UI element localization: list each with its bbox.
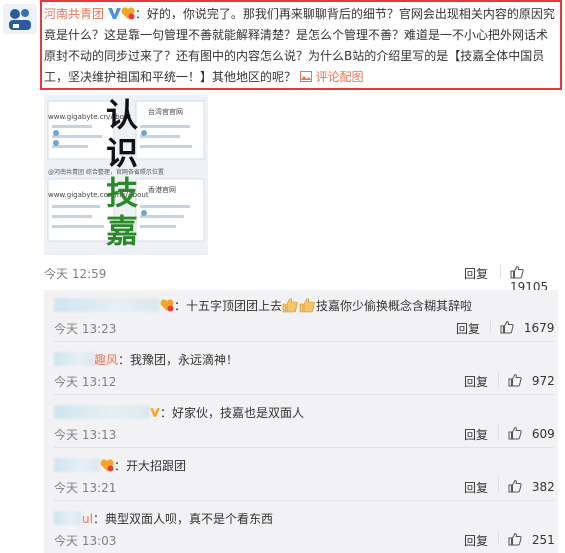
divider bbox=[490, 319, 491, 333]
divider bbox=[498, 425, 499, 439]
main-comment-time: 今天 12:59 bbox=[44, 267, 107, 281]
reply-2-username-suffix[interactable]: 趣风 bbox=[94, 353, 118, 367]
image-char-2: 识 bbox=[106, 134, 139, 172]
reply-1-username-blurred[interactable] bbox=[54, 298, 160, 312]
divider bbox=[498, 478, 499, 492]
divider bbox=[498, 372, 499, 386]
reply-1-time: 今天 13:23 bbox=[54, 322, 117, 336]
reply-4-username-blurred[interactable] bbox=[54, 458, 100, 472]
reply-5-username-suffix[interactable]: ul bbox=[82, 512, 93, 526]
reply-3-reply-button[interactable]: 回复 bbox=[464, 426, 488, 443]
image-side-label-1: 台湾官官网 bbox=[148, 108, 183, 116]
divider bbox=[498, 531, 499, 545]
reply-5: ul：典型双面人呗，真不是个看东西 bbox=[54, 510, 273, 527]
reply-1: ：十五字顶团团上去 技嘉你少偷换概念含糊其辞啦 bbox=[54, 297, 472, 316]
reply-3-like-button[interactable]: 609 bbox=[508, 426, 555, 441]
reply-1-like-count: 1679 bbox=[523, 321, 555, 335]
reply-separator bbox=[54, 341, 554, 342]
image-char-3: 技 bbox=[106, 174, 139, 212]
main-comment-username[interactable]: 河南共青团 bbox=[44, 7, 104, 21]
verified-v-icon bbox=[150, 407, 160, 418]
reply-5-like-button[interactable]: 251 bbox=[508, 532, 555, 547]
reply-3-text: ：好家伙，技嘉也是双面人 bbox=[160, 406, 305, 420]
main-comment-text: 河南共青团 ：好的，你说完了。那我们再来聊聊背后的细节？官网会出现相关内容的原因… bbox=[44, 4, 558, 88]
reply-5-like-count: 251 bbox=[531, 533, 555, 547]
reply-2-username-blurred[interactable] bbox=[54, 352, 94, 366]
reply-1-text-2: 技嘉你少偷换概念含糊其辞啦 bbox=[316, 299, 473, 313]
reply-2-reply-button[interactable]: 回复 bbox=[464, 373, 488, 390]
reply-4-like-button[interactable]: 382 bbox=[508, 479, 555, 494]
reply-4-like-count: 382 bbox=[531, 480, 555, 494]
thumbs-up-icon bbox=[510, 265, 524, 279]
reply-4-time: 今天 13:21 bbox=[54, 481, 117, 495]
image-side-label-2: 香港官网 bbox=[148, 186, 176, 194]
comment-image-link-label: 评论配图 bbox=[315, 70, 364, 84]
reply-4: ：开大招跟团 bbox=[54, 457, 186, 474]
reply-2-text: ：我豫团，永远滴神！ bbox=[118, 353, 239, 367]
comment-image-link[interactable]: 评论配图 bbox=[299, 70, 364, 84]
divider bbox=[500, 264, 501, 278]
fan-badge-icon bbox=[100, 459, 114, 472]
fan-badge-icon bbox=[160, 299, 174, 312]
reply-1-reply-button[interactable]: 回复 bbox=[456, 320, 480, 337]
image-icon bbox=[299, 71, 312, 82]
thumbs-up-emoji-icon bbox=[282, 297, 316, 316]
reply-5-username-blurred[interactable] bbox=[54, 511, 82, 525]
reply-3-username-blurred[interactable] bbox=[54, 405, 150, 419]
reply-2-like-count: 972 bbox=[531, 374, 555, 388]
reply-separator bbox=[54, 394, 554, 395]
reply-2-time: 今天 13:12 bbox=[54, 375, 117, 389]
avatar[interactable] bbox=[3, 4, 37, 34]
image-char-4: 嘉 bbox=[106, 212, 139, 250]
verified-v-icon bbox=[107, 5, 121, 19]
thumbs-up-icon bbox=[508, 426, 522, 440]
reply-1-text: ：十五字顶团团上去 bbox=[174, 299, 283, 313]
reply-3-time: 今天 13:13 bbox=[54, 428, 117, 442]
reply-3-like-count: 609 bbox=[531, 427, 555, 441]
reply-1-like-button[interactable]: 1679 bbox=[500, 320, 554, 335]
reply-5-time: 今天 13:03 bbox=[54, 534, 117, 548]
image-char-1: 认 bbox=[106, 96, 139, 134]
reply-5-text: ：典型双面人呗，真不是个看东西 bbox=[92, 512, 273, 526]
reply-3: ：好家伙，技嘉也是双面人 bbox=[54, 404, 304, 421]
reply-separator bbox=[54, 500, 554, 501]
reply-separator bbox=[54, 447, 554, 448]
thumbs-up-icon bbox=[508, 373, 522, 387]
reply-4-reply-button[interactable]: 回复 bbox=[464, 479, 488, 496]
comment-image[interactable]: www.gigabyte.cn/About www.gigabyte.com/h… bbox=[44, 95, 208, 255]
thumbs-up-icon bbox=[500, 320, 514, 334]
thumbs-up-icon bbox=[508, 479, 522, 493]
thumbs-up-icon bbox=[508, 532, 522, 546]
main-reply-button[interactable]: 回复 bbox=[464, 265, 488, 282]
reply-5-reply-button[interactable]: 回复 bbox=[464, 532, 488, 549]
fan-badge-icon bbox=[121, 6, 135, 20]
reply-2: 趣风：我豫团，永远滴神！ bbox=[54, 351, 238, 368]
reply-4-text: ：开大招跟团 bbox=[114, 459, 187, 473]
reply-2-like-button[interactable]: 972 bbox=[508, 373, 555, 388]
